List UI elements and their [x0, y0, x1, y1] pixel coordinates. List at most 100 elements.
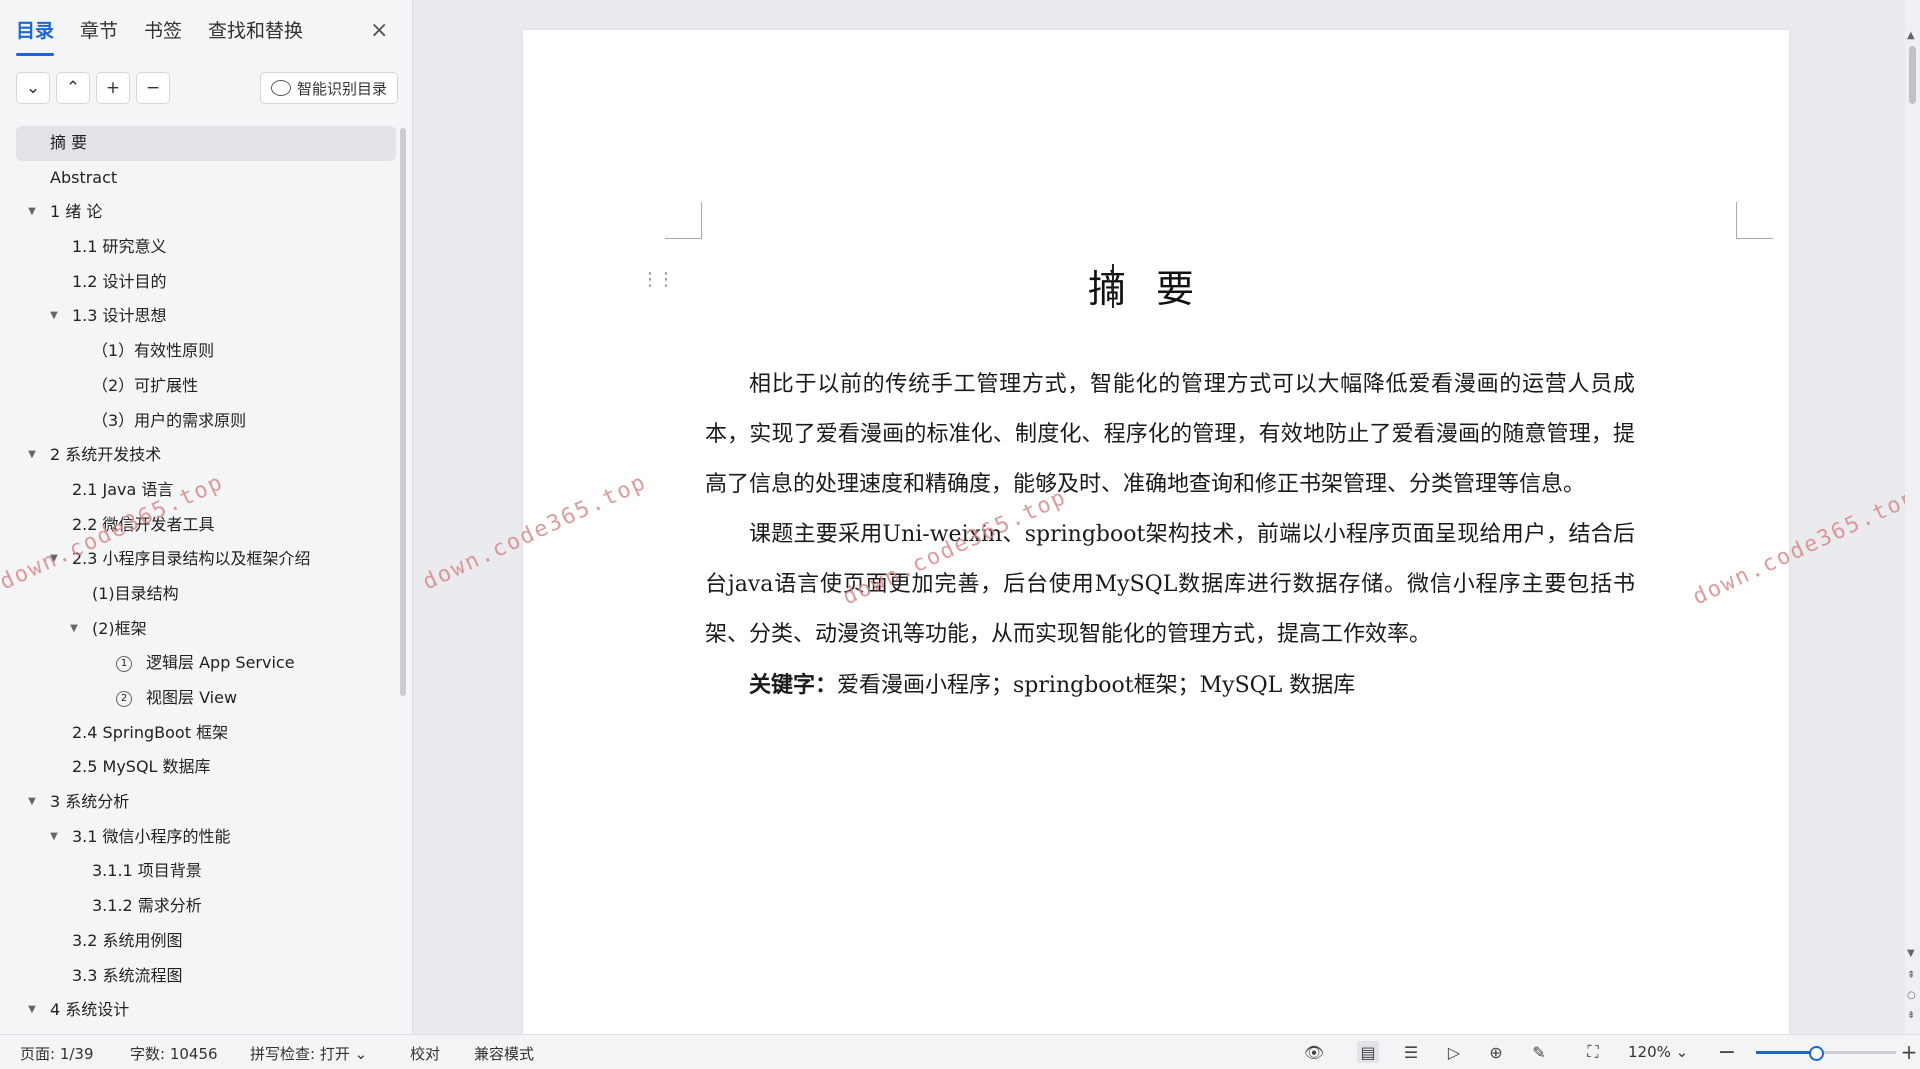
toc-item-label: 摘 要: [50, 133, 88, 152]
keywords-value: 爱看漫画小程序；springboot框架；MySQL 数据库: [837, 673, 1356, 698]
toc-item[interactable]: 2.1 Java 语言: [16, 473, 396, 508]
add-heading-button[interactable]: +: [96, 72, 130, 104]
toc-item-label: 2.5 MySQL 数据库: [72, 757, 211, 777]
toc-item-label: 3 系统分析: [50, 792, 130, 812]
expand-triangle-icon[interactable]: ▼: [26, 195, 38, 230]
toc-item[interactable]: 1.2 设计目的: [16, 265, 396, 300]
toc-item-content: 摘 要: [50, 126, 87, 161]
expand-triangle-icon[interactable]: ▼: [48, 299, 60, 334]
toc-item-content: (1)目录结构: [92, 577, 179, 612]
toc-item[interactable]: ▼ 4 系统设计: [16, 993, 396, 1028]
toc-item-content: （1）有效性原则: [92, 334, 214, 369]
toc-item[interactable]: 2.5 MySQL 数据库: [16, 750, 396, 785]
toc-item-label: 3.1 微信小程序的性能: [72, 826, 231, 846]
toc-item[interactable]: ▼ 3.1 微信小程序的性能: [16, 820, 396, 855]
web-view-icon[interactable]: ⊕: [1485, 1041, 1507, 1063]
proofread-button[interactable]: 校对: [410, 1043, 440, 1064]
zoom-select[interactable]: 120% ⌄: [1628, 1043, 1688, 1061]
page-indicator[interactable]: 页面: 1/39: [20, 1043, 94, 1064]
prev-page-icon[interactable]: ⇞: [1907, 970, 1915, 981]
toc-item[interactable]: 2.4 SpringBoot 框架: [16, 716, 396, 751]
spellcheck-label: 拼写检查: 打开: [250, 1045, 350, 1063]
expand-triangle-icon[interactable]: ▼: [48, 542, 60, 577]
zoom-slider-knob[interactable]: [1809, 1046, 1825, 1061]
toc-item-label: 3.2 系统用例图: [72, 930, 183, 950]
toc-item[interactable]: ▼ 2 系统开发技术: [16, 438, 396, 473]
toc-item[interactable]: ▼ 3 系统分析: [16, 785, 396, 820]
select-object-icon[interactable]: ○: [1907, 990, 1916, 1001]
remove-heading-button[interactable]: −: [136, 72, 170, 104]
zoom-in-icon[interactable]: +: [1898, 1040, 1920, 1064]
close-icon[interactable]: ×: [370, 18, 388, 43]
fit-page-icon[interactable]: ⛶: [1582, 1041, 1604, 1063]
toc-item[interactable]: 3.1.1 项目背景: [16, 854, 396, 889]
abstract-body[interactable]: 相比于以前的传统手工管理方式，智能化的管理方式可以大幅降低爱看漫画的运营人员成本…: [705, 360, 1635, 711]
toc-item[interactable]: 3.2 系统用例图: [16, 924, 396, 959]
toc-scrollbar[interactable]: [400, 128, 406, 696]
smart-toc-button[interactable]: 智能识别目录: [260, 72, 399, 104]
tab-find-replace[interactable]: 查找和替换: [208, 16, 303, 56]
toc-item[interactable]: 1 逻辑层 App Service: [16, 646, 396, 681]
tab-chapters[interactable]: 章节: [80, 16, 118, 56]
document-canvas[interactable]: ⋮⋮ 摘要 相比于以前的传统手工管理方式，智能化的管理方式可以大幅降低爱看漫画的…: [413, 0, 1905, 1034]
scroll-down-icon[interactable]: ▼: [1907, 948, 1915, 959]
toc-item[interactable]: （1）有效性原则: [16, 334, 396, 369]
toc-item-content: 3.2 系统用例图: [72, 924, 183, 959]
word-count[interactable]: 字数: 10456: [130, 1043, 218, 1064]
toc-item[interactable]: Abstract: [16, 161, 396, 196]
zoom-out-icon[interactable]: −: [1716, 1040, 1738, 1065]
collapse-down-button[interactable]: ⌄: [16, 72, 50, 104]
toc-item[interactable]: ▼ (2)框架: [16, 612, 396, 647]
text-cursor: [1112, 264, 1114, 308]
toc-item[interactable]: ▼ 1.3 设计思想: [16, 299, 396, 334]
list-marker: 1: [116, 655, 132, 672]
scroll-thumb[interactable]: [1909, 46, 1916, 104]
expand-up-button[interactable]: ⌃: [56, 72, 90, 104]
tab-bookmarks[interactable]: 书签: [144, 16, 182, 56]
toc-toolbar: ⌄ ⌃ + −: [16, 72, 170, 104]
chevron-down-icon: ⌄: [1675, 1043, 1689, 1061]
toc-item[interactable]: 3.3 系统流程图: [16, 959, 396, 994]
page-view-icon[interactable]: ▤: [1357, 1041, 1379, 1063]
toc-item[interactable]: （2）可扩展性: [16, 369, 396, 404]
eye-icon[interactable]: 👁: [1303, 1041, 1325, 1063]
toc-item[interactable]: ▼ 1 绪 论: [16, 195, 396, 230]
play-icon[interactable]: ▷: [1443, 1041, 1465, 1063]
page-title: 摘要: [1087, 267, 1224, 311]
toc-item-label: 1.1 研究意义: [72, 237, 167, 257]
toc-item[interactable]: 2 视图层 View: [16, 681, 396, 716]
next-page-icon[interactable]: ⇟: [1907, 1010, 1915, 1021]
document-page[interactable]: ⋮⋮ 摘要 相比于以前的传统手工管理方式，智能化的管理方式可以大幅降低爱看漫画的…: [523, 30, 1789, 1034]
zoom-slider[interactable]: [1756, 1046, 1896, 1061]
toc-item[interactable]: 3.1.2 需求分析: [16, 889, 396, 924]
toc-item[interactable]: （3）用户的需求原则: [16, 404, 396, 439]
navigation-pane: 目录 章节 书签 查找和替换 × ⌄ ⌃ + − 智能识别目录 摘 要 Abstr…: [0, 0, 413, 1034]
tab-toc[interactable]: 目录: [16, 16, 55, 56]
toc-item-content: 2.4 SpringBoot 框架: [72, 716, 228, 751]
margin-corner-top-left: [665, 202, 702, 239]
expand-triangle-icon[interactable]: ▼: [26, 993, 38, 1028]
toc-list: 摘 要 Abstract ▼ 1 绪 论 1.1 研究意义 1.2 设计目的 ▼ 1.3 设计…: [16, 126, 396, 1028]
toc-item-label: Abstract: [50, 167, 118, 187]
expand-triangle-icon[interactable]: ▼: [48, 820, 60, 855]
toc-item-label: 3.3 系统流程图: [72, 965, 183, 985]
toc-item-content: 2.5 MySQL 数据库: [72, 750, 211, 785]
list-marker: 2: [116, 690, 132, 707]
toc-item[interactable]: 1.1 研究意义: [16, 230, 396, 265]
toc-item[interactable]: (1)目录结构: [16, 577, 396, 612]
smart-toc-label: 智能识别目录: [297, 79, 388, 98]
spellcheck-toggle[interactable]: 拼写检查: 打开 ⌄: [250, 1043, 367, 1064]
toc-item[interactable]: 摘 要: [16, 126, 396, 161]
pen-icon[interactable]: ✎: [1528, 1041, 1550, 1063]
scroll-up-icon[interactable]: ▲: [1907, 30, 1915, 41]
toc-item[interactable]: ▼ 2.3 小程序目录结构以及框架介绍: [16, 542, 396, 577]
toc-item-content: 3.1 微信小程序的性能: [72, 820, 231, 855]
document-scrollbar[interactable]: ▲ ▼ ⇞ ○ ⇟: [1905, 0, 1920, 1034]
outline-view-icon[interactable]: ☰: [1400, 1041, 1422, 1063]
expand-triangle-icon[interactable]: ▼: [26, 438, 38, 473]
expand-triangle-icon[interactable]: ▼: [26, 785, 38, 820]
expand-triangle-icon[interactable]: ▼: [68, 612, 80, 647]
toc-item-content: 3 系统分析: [50, 785, 129, 820]
toc-item[interactable]: 2.2 微信开发者工具: [16, 508, 396, 543]
keywords-label: 关键字：: [749, 672, 838, 698]
